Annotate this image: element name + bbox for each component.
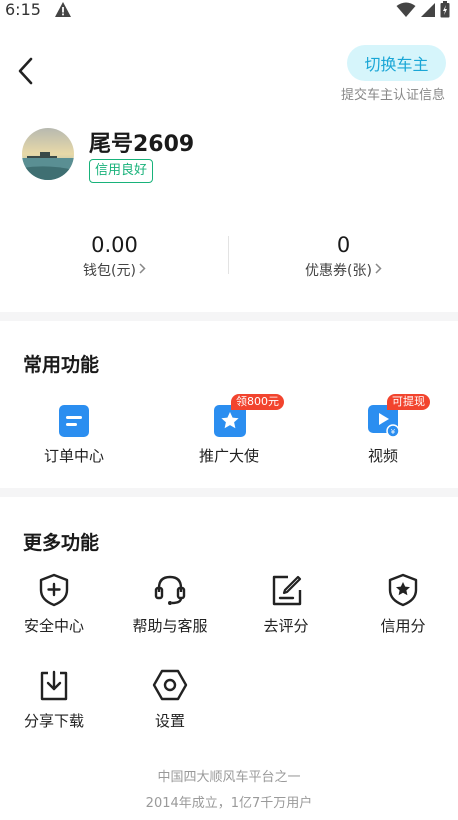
chevron-left-icon — [17, 57, 33, 89]
wallet-stat[interactable]: 0.00 钱包(元) — [0, 232, 229, 280]
more-functions-title: 更多功能 — [23, 532, 100, 554]
wifi-icon — [396, 2, 416, 22]
coupon-label-row: 优惠券(张) — [305, 260, 382, 280]
rate-label: 去评分 — [263, 617, 309, 635]
help-service-item[interactable]: 帮助与客服 — [115, 572, 225, 636]
avatar[interactable] — [22, 128, 74, 180]
battery-icon — [440, 1, 450, 22]
signal-icon — [420, 2, 436, 22]
settings-label: 设置 — [154, 712, 185, 730]
rate-item[interactable]: 去评分 — [231, 572, 341, 636]
shield-plus-icon — [36, 572, 72, 608]
download-icon — [36, 667, 72, 703]
headset-icon — [152, 572, 188, 608]
wallet-value: 0.00 — [91, 233, 138, 257]
svg-text:¥: ¥ — [391, 428, 396, 436]
order-center-label: 订单中心 — [43, 447, 104, 465]
status-time: 6:15 — [5, 0, 41, 19]
help-service-label: 帮助与客服 — [132, 617, 208, 635]
wallet-label: 钱包(元) — [83, 263, 136, 279]
ambassador-item[interactable]: 领800元 推广大使 — [169, 394, 289, 466]
coupon-label: 优惠券(张) — [305, 263, 372, 279]
user-nickname: 尾号2609 — [89, 132, 195, 157]
chevron-right-icon — [375, 262, 382, 278]
ambassador-tag: 领800元 — [231, 394, 284, 410]
status-icons — [396, 1, 450, 22]
chevron-right-icon — [139, 262, 146, 278]
security-center-label: 安全中心 — [23, 617, 84, 635]
ambassador-label: 推广大使 — [198, 447, 259, 465]
credit-badge: 信用良好 — [89, 159, 154, 183]
security-center-item[interactable]: 安全中心 — [0, 572, 109, 636]
driver-auth-hint[interactable]: 提交车主认证信息 — [341, 84, 445, 103]
back-button[interactable] — [10, 56, 40, 90]
footer-line-2: 2014年成立，1亿7千万用户 — [145, 796, 313, 811]
video-label: 视频 — [367, 447, 398, 465]
order-icon — [59, 405, 89, 437]
footer-line-1: 中国四大顺风车平台之一 — [157, 770, 301, 785]
switch-to-driver-button[interactable]: 切换车主 — [347, 45, 446, 81]
wallet-label-row: 钱包(元) — [83, 260, 146, 280]
edit-icon — [268, 572, 304, 608]
settings-icon — [152, 667, 188, 703]
settings-item[interactable]: 设置 — [115, 667, 225, 731]
common-functions-title: 常用功能 — [23, 354, 100, 376]
shield-star-icon — [385, 572, 421, 608]
coupon-value: 0 — [336, 233, 351, 257]
coupon-stat[interactable]: 0 优惠券(张) — [229, 232, 458, 280]
share-download-item[interactable]: 分享下载 — [0, 667, 109, 731]
order-center-item[interactable]: 订单中心 — [14, 405, 134, 466]
video-item[interactable]: ¥ 可提现 视频 — [323, 394, 443, 466]
credit-score-label: 信用分 — [380, 617, 426, 635]
credit-score-item[interactable]: 信用分 — [348, 572, 458, 636]
video-tag: 可提现 — [387, 394, 430, 410]
section-divider — [0, 312, 458, 321]
section-divider — [0, 488, 458, 497]
status-bar: 6:15 — [0, 0, 458, 22]
alert-icon — [54, 1, 72, 22]
share-download-label: 分享下载 — [23, 712, 84, 730]
